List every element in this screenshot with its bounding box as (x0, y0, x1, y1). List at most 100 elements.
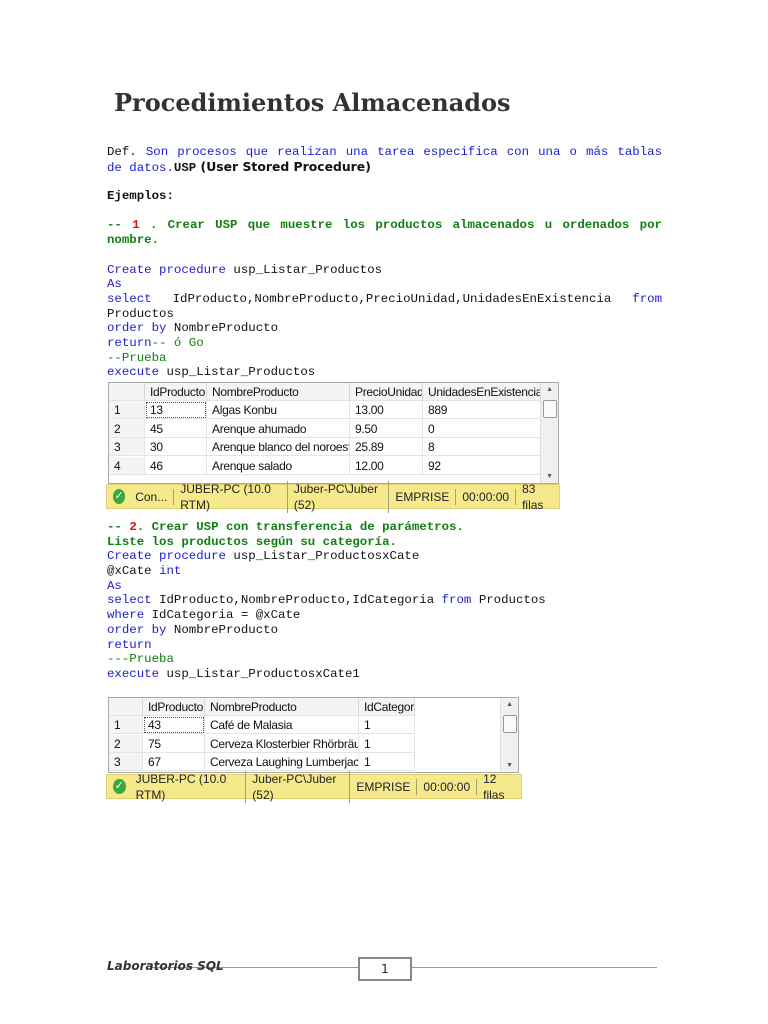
scroll-thumb[interactable] (503, 715, 517, 733)
code-token: -- (107, 520, 130, 534)
grid-cell[interactable]: 889 (423, 401, 541, 419)
column-header[interactable]: IdCategoría (359, 698, 415, 716)
grid-cell[interactable]: 67 (143, 753, 205, 771)
column-header[interactable]: NombreProducto (205, 698, 359, 716)
code-token: Create procedure (107, 549, 234, 564)
footer-label: Laboratorios SQL (107, 959, 224, 973)
scroll-up-icon[interactable]: ▲ (501, 701, 518, 708)
code-line: Create procedure usp_Listar_Productos (107, 263, 662, 278)
code-line (107, 248, 662, 263)
code-token: Productos (478, 593, 546, 608)
code-token: . Crear USP que muestre los productos al… (149, 218, 662, 233)
column-header[interactable]: PrecioUnidad (350, 383, 423, 401)
grid-cell[interactable]: 12.00 (350, 456, 423, 475)
grid-cell[interactable]: 75 (143, 734, 205, 753)
grid-row[interactable]: 2 75 Cerveza Klosterbier Rhörbräu 1 (109, 734, 415, 753)
grid-cell[interactable]: 92 (423, 456, 541, 475)
status-segment: EMPRISE (350, 778, 418, 795)
column-header[interactable]: NombreProducto (207, 383, 350, 401)
code-token: @xCate (107, 564, 160, 579)
grid-cell[interactable]: 13.00 (350, 401, 423, 419)
grid-cell[interactable]: 13 (145, 401, 207, 419)
grid-cell[interactable]: 1 (359, 734, 415, 753)
code-token: nombre. (107, 233, 160, 248)
row-number[interactable]: 1 (109, 716, 143, 734)
grid-cell[interactable]: 45 (145, 419, 207, 438)
grid-cell[interactable]: Algas Konbu (207, 401, 350, 419)
code-token: -- (107, 218, 122, 233)
code-line (107, 174, 662, 189)
row-number[interactable]: 3 (109, 753, 143, 771)
grid-row[interactable]: 1 43 Café de Malasia 1 (109, 716, 415, 734)
grid-row[interactable]: 3 67 Cerveza Laughing Lumberjack 1 (109, 753, 415, 771)
scroll-down-icon[interactable]: ▼ (541, 473, 558, 480)
column-header[interactable]: IdProducto (145, 383, 207, 401)
results-grid-1[interactable]: IdProducto NombreProducto PrecioUnidad Unid… (108, 382, 559, 484)
grid-cell[interactable]: 25.89 (350, 438, 423, 456)
code-line: execute usp_Listar_Productos (107, 365, 662, 380)
code-token: select (107, 593, 160, 608)
grid-cell[interactable]: 0 (423, 419, 541, 438)
code-token: USP (173, 160, 197, 175)
grid-cell[interactable]: 1 (359, 716, 415, 734)
grid-cell[interactable]: Arenque ahumado (207, 419, 350, 438)
code-line: order by NombreProducto (107, 321, 662, 336)
page-number: 1 (358, 957, 412, 981)
grid-row[interactable]: 1 13 Algas Konbu 13.00 889 (109, 401, 541, 419)
grid-row[interactable]: 3 30 Arenque blanco del noroeste 25.89 8 (109, 438, 541, 456)
code-token: As (107, 277, 122, 292)
status-segment: Juber-PC\Juber (52) (288, 480, 390, 513)
code-token: Productos (107, 306, 174, 321)
row-number[interactable]: 2 (109, 419, 145, 438)
grid-cell[interactable]: 30 (145, 438, 207, 456)
code-token: return (107, 335, 152, 350)
scroll-thumb[interactable] (543, 400, 557, 418)
column-header[interactable] (109, 698, 143, 716)
code-line (107, 204, 662, 219)
status-bar-2: ✓ JUBER-PC (10.0 RTM) Juber-PC\Juber (52) E… (106, 770, 522, 803)
code-line: where IdCategoria = @xCate (107, 608, 662, 623)
grid-cell[interactable]: Café de Malasia (205, 716, 359, 734)
grid-cell[interactable]: 46 (145, 456, 207, 475)
column-header[interactable]: IdProducto (143, 698, 205, 716)
grid-cell[interactable]: Cerveza Klosterbier Rhörbräu (205, 734, 359, 753)
grid-cell[interactable]: 8 (423, 438, 541, 456)
code-token: order by (107, 321, 174, 336)
code-token: usp_Listar_Productos (233, 262, 383, 277)
code-token: Ejemplos: (107, 189, 174, 204)
row-number[interactable]: 4 (109, 456, 145, 475)
vertical-scrollbar[interactable]: ▲ ▼ (500, 698, 518, 772)
grid-cell[interactable]: Arenque blanco del noroeste (207, 438, 350, 456)
column-header[interactable]: UnidadesEnExistencia (423, 383, 541, 401)
grid-row[interactable]: 2 45 Arenque ahumado 9.50 0 (109, 419, 541, 438)
code-token: As (107, 578, 122, 593)
scroll-up-icon[interactable]: ▲ (541, 386, 558, 393)
scroll-down-icon[interactable]: ▼ (501, 762, 518, 769)
grid-cell[interactable]: 43 (143, 716, 205, 734)
grid-row[interactable]: 4 46 Arenque salado 12.00 92 (109, 456, 541, 475)
code-token: NombreProducto (173, 622, 279, 637)
grid-cell[interactable]: 9.50 (350, 419, 423, 438)
code-token: IdProducto,NombreProducto,PrecioUnidad,U… (172, 291, 612, 306)
code-token: from (441, 593, 479, 608)
row-number[interactable]: 1 (109, 401, 145, 419)
grid-cell[interactable]: Arenque salado (207, 456, 350, 475)
results-grid-2[interactable]: IdProductoNombreProductoIdCategoría143Ca… (108, 697, 519, 773)
document-page: Procedimientos Almacenados Def. Son proc… (0, 0, 768, 1024)
column-header[interactable] (109, 383, 145, 401)
success-check-icon: ✓ (113, 779, 126, 794)
code-line: Liste los productos según su categoría. (107, 535, 662, 550)
code-token: IdCategoria = @xCate (151, 608, 301, 623)
row-number[interactable]: 3 (109, 438, 145, 456)
code-line: As (107, 579, 662, 594)
vertical-scrollbar[interactable]: ▲ ▼ (540, 383, 558, 483)
grid-cell[interactable]: Cerveza Laughing Lumberjack (205, 753, 359, 771)
code-token: NombreProducto (173, 321, 279, 336)
row-number[interactable]: 2 (109, 734, 143, 753)
grid-cell[interactable]: 1 (359, 753, 415, 771)
code-line: execute usp_Listar_ProductosxCate1 (107, 667, 662, 682)
code-token: 2 (129, 520, 137, 534)
status-segment: 00:00:00 (456, 488, 517, 505)
